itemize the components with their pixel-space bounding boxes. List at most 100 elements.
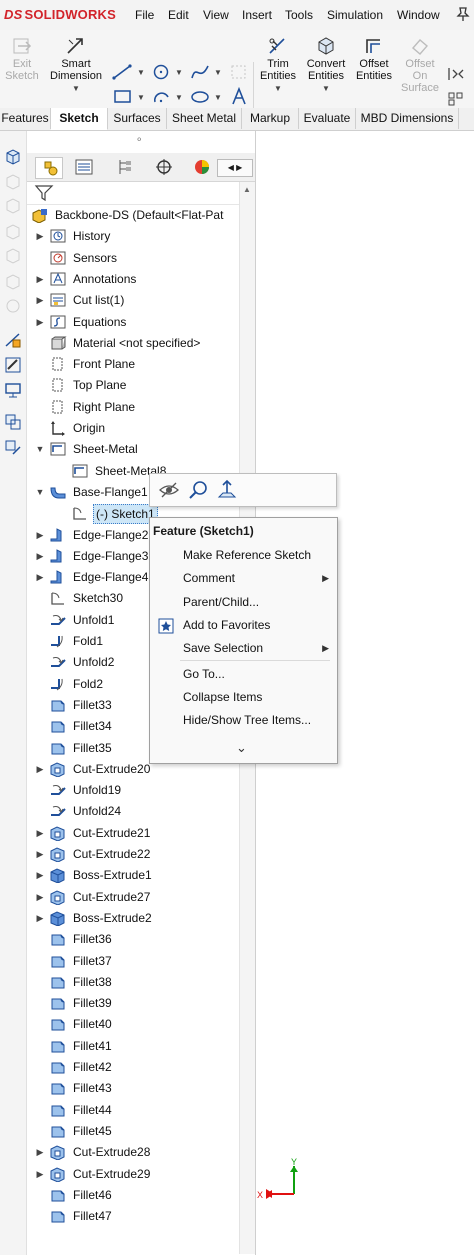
arc-tool-icon[interactable] xyxy=(152,88,172,106)
tree-item[interactable]: ▶ Cut-Extrude21 xyxy=(27,823,239,844)
linear-pattern-icon[interactable] xyxy=(447,90,467,106)
tree-item[interactable]: Front Plane xyxy=(27,354,239,375)
tree-item[interactable]: Fillet41 xyxy=(27,1036,239,1057)
collapse-arrow-icon[interactable]: ▼ xyxy=(35,482,45,503)
tree-item[interactable]: ▶ Cut-Extrude29 xyxy=(27,1164,239,1185)
configuration-manager-tab-icon[interactable] xyxy=(111,157,137,177)
expand-arrow-icon[interactable]: ▶ xyxy=(35,567,45,588)
tree-item[interactable]: ▶ Boss-Extrude2 xyxy=(27,908,239,929)
display-manager-tab-icon[interactable] xyxy=(189,157,215,177)
tree-item[interactable]: Fillet36 xyxy=(27,929,239,950)
tree-item[interactable]: Fillet47 xyxy=(27,1206,239,1227)
convert-entities-button[interactable]: Convert Entities ▼ xyxy=(302,36,350,95)
tree-item[interactable]: Origin xyxy=(27,418,239,439)
circle-tool-icon[interactable] xyxy=(152,63,172,81)
menu-simulation[interactable]: Simulation xyxy=(327,8,383,22)
view-orientation-icon[interactable] xyxy=(4,148,22,166)
expand-arrow-icon[interactable]: ▶ xyxy=(35,844,45,865)
tree-item[interactable]: Right Plane xyxy=(27,397,239,418)
tab-markup[interactable]: Markup xyxy=(242,108,299,129)
tab-sheet-metal[interactable]: Sheet Metal xyxy=(167,108,242,129)
tree-item[interactable]: Fillet39 xyxy=(27,993,239,1014)
quick-snaps-icon[interactable] xyxy=(4,413,22,431)
tab-surfaces[interactable]: Surfaces xyxy=(108,108,167,129)
spline-dropdown-caret-icon[interactable]: ▼ xyxy=(214,68,222,77)
tree-item[interactable]: Top Plane xyxy=(27,375,239,396)
tree-item[interactable]: Fillet38 xyxy=(27,972,239,993)
tab-evaluate[interactable]: Evaluate xyxy=(299,108,356,129)
tab-mbd-dimensions[interactable]: MBD Dimensions xyxy=(356,108,459,129)
trim-dropdown-caret-icon[interactable]: ▼ xyxy=(274,84,282,93)
mirror-entities-icon[interactable] xyxy=(447,66,467,82)
expand-arrow-icon[interactable]: ▶ xyxy=(35,865,45,886)
expand-arrow-icon[interactable]: ▶ xyxy=(35,290,45,311)
menu-edit[interactable]: Edit xyxy=(168,8,189,22)
expand-arrow-icon[interactable]: ▶ xyxy=(35,823,45,844)
solidworks-logo[interactable]: DS SOLIDWORKS xyxy=(4,7,116,22)
tree-item[interactable]: Material <not specified> xyxy=(27,333,239,354)
context-menu-item[interactable]: Comment ▶ xyxy=(150,567,337,590)
tree-item[interactable]: ▶ Equations xyxy=(27,312,239,333)
tree-item[interactable]: Fillet37 xyxy=(27,951,239,972)
pin-icon[interactable] xyxy=(455,6,471,22)
line-dropdown-caret-icon[interactable]: ▼ xyxy=(137,68,145,77)
expand-arrow-icon[interactable]: ▶ xyxy=(35,226,45,247)
tree-item[interactable]: Fillet40 xyxy=(27,1014,239,1035)
expand-arrow-icon[interactable]: ▶ xyxy=(35,908,45,929)
tree-item[interactable]: ▶ Boss-Extrude1 xyxy=(27,865,239,886)
menu-view[interactable]: View xyxy=(203,8,229,22)
menu-insert[interactable]: Insert xyxy=(242,8,272,22)
ellipse-dropdown-caret-icon[interactable]: ▼ xyxy=(214,93,222,102)
rectangle-dropdown-caret-icon[interactable]: ▼ xyxy=(137,93,145,102)
scroll-right-icon[interactable]: ▶ xyxy=(236,163,242,172)
tree-item[interactable]: ▶ Annotations xyxy=(27,269,239,290)
spline-tool-icon[interactable] xyxy=(190,63,212,81)
convert-dropdown-caret-icon[interactable]: ▼ xyxy=(322,84,330,93)
arc-dropdown-caret-icon[interactable]: ▼ xyxy=(175,93,183,102)
expand-arrow-icon[interactable]: ▶ xyxy=(35,1142,45,1163)
expand-arrow-icon[interactable]: ▶ xyxy=(35,1164,45,1185)
filter-icon[interactable] xyxy=(34,184,54,202)
expand-arrow-icon[interactable]: ▶ xyxy=(35,525,45,546)
tree-item[interactable]: Sensors xyxy=(27,248,239,269)
smart-dimension-button[interactable]: Smart Dimension ▼ xyxy=(45,36,107,95)
expand-arrow-icon[interactable]: ▶ xyxy=(35,312,45,333)
expand-arrow-icon[interactable]: ▶ xyxy=(35,546,45,567)
menu-window[interactable]: Window xyxy=(397,8,440,22)
text-tool-icon[interactable] xyxy=(230,87,250,107)
exit-sketch-button[interactable]: Exit Sketch xyxy=(2,36,42,82)
tab-features[interactable]: Features xyxy=(0,108,51,129)
collapse-arrow-icon[interactable]: ▼ xyxy=(35,439,45,460)
context-menu-item[interactable]: Collapse Items xyxy=(150,686,337,709)
tree-item[interactable]: ▶ History xyxy=(27,226,239,247)
tree-item[interactable]: Fillet42 xyxy=(27,1057,239,1078)
tree-item[interactable]: Fillet43 xyxy=(27,1078,239,1099)
line-tool-icon[interactable] xyxy=(112,64,134,80)
tree-item[interactable]: Fillet46 xyxy=(27,1185,239,1206)
tab-scroll-arrows[interactable]: ◀ ▶ xyxy=(217,159,253,177)
context-menu-item[interactable]: Go To... xyxy=(150,663,337,686)
tree-item[interactable]: ▶ Cut-Extrude27 xyxy=(27,887,239,908)
context-menu-item[interactable]: Parent/Child... xyxy=(150,591,337,614)
tree-item[interactable]: Unfold19 xyxy=(27,780,239,801)
context-menu-item[interactable]: Save Selection ▶ xyxy=(150,637,337,660)
normal-to-icon[interactable] xyxy=(216,479,238,501)
dropdown-caret-icon[interactable]: ▼ xyxy=(72,84,80,93)
menu-tools[interactable]: Tools xyxy=(285,8,313,22)
circle-dropdown-caret-icon[interactable]: ▼ xyxy=(175,68,183,77)
offset-on-surface-button[interactable]: Offset On Surface xyxy=(397,36,443,94)
sketch-relation-icon[interactable] xyxy=(4,331,22,349)
rectangle-tool-icon[interactable] xyxy=(112,89,134,105)
dimxpert-manager-tab-icon[interactable] xyxy=(151,157,177,177)
context-menu-item[interactable]: Hide/Show Tree Items... xyxy=(150,709,337,732)
scroll-up-icon[interactable]: ▲ xyxy=(243,185,251,194)
ellipse-tool-icon[interactable] xyxy=(190,88,212,106)
menu-file[interactable]: File xyxy=(135,8,154,22)
hide-show-icon[interactable] xyxy=(158,480,180,500)
expand-arrow-icon[interactable]: ▶ xyxy=(35,887,45,908)
tree-item[interactable]: ▼ Sheet-Metal xyxy=(27,439,239,460)
context-menu-item[interactable]: Add to Favorites xyxy=(150,614,337,637)
feature-tree-tab-icon[interactable] xyxy=(35,157,63,179)
trim-entities-button[interactable]: Trim Entities ▼ xyxy=(256,36,300,95)
tree-item[interactable]: ▶ Cut list(1) xyxy=(27,290,239,311)
